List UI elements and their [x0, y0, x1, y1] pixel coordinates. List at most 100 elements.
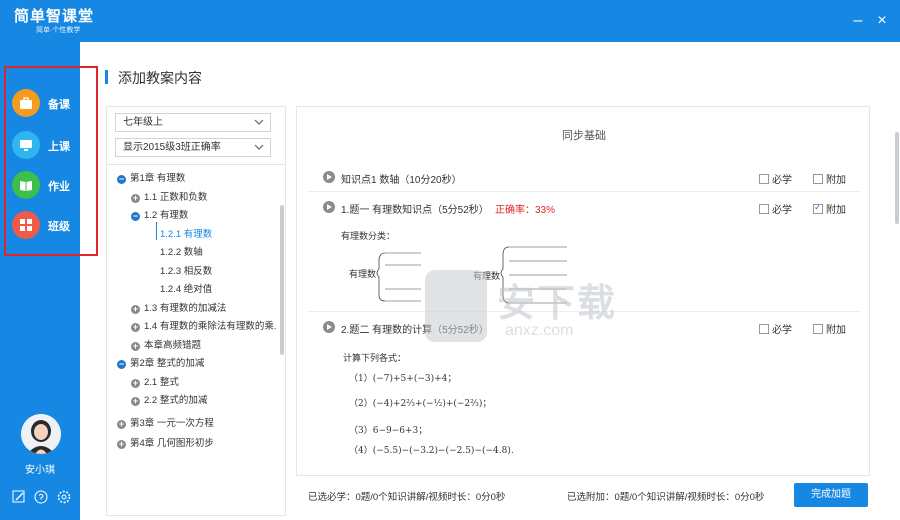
play-icon[interactable]	[323, 171, 335, 183]
q2-line: （3）6−9−6+3；	[349, 426, 428, 436]
expand-icon[interactable]: +	[131, 397, 140, 406]
book-icon	[12, 171, 40, 199]
q2-line: （2）(−4)+2⅔+(−½)+(−2⅔)；	[349, 399, 492, 409]
tree-node-chapter-1[interactable]: − 第1章 有理数	[117, 171, 185, 187]
edit-icon[interactable]	[12, 490, 26, 504]
tree-node-label: 第2章 整式的加减	[130, 358, 205, 369]
tree-node-2-1[interactable]: +2.1 整式	[131, 375, 179, 391]
checkbox-label: 必学	[772, 325, 792, 336]
close-button[interactable]: ×	[874, 13, 890, 30]
tree-node-label: 1.2.4 绝对值	[160, 284, 213, 295]
main-area: 添加教案内容 七年级上 显示2015级3班正确率 − 第1章 有理数 +1.1 正…	[80, 42, 900, 520]
tree-node-label: 2.2 整式的加减	[144, 395, 208, 406]
tree-node-1-2-3[interactable]: 1.2.3 相反数	[160, 264, 212, 280]
tree-node-label: 1.2.1 有理数	[160, 229, 213, 240]
expand-icon[interactable]: +	[117, 420, 126, 429]
tree-node-frequent-errors[interactable]: + 本章高频错题	[131, 338, 201, 354]
finish-button[interactable]: 完成加题	[794, 483, 868, 507]
row-title: 知识点1 数轴（10分20秒）	[341, 175, 462, 186]
nav-label-class: 上课	[48, 141, 70, 153]
tree-node-1-2-2[interactable]: 1.2.2 数轴	[160, 245, 203, 261]
expand-icon[interactable]: +	[131, 194, 140, 203]
app-logo: 简单智课堂 简单·个性教学	[14, 8, 94, 35]
chevron-down-icon	[254, 119, 264, 125]
tree-node-label: 本章高频错题	[144, 340, 202, 351]
minimize-button[interactable]: –	[850, 13, 866, 30]
play-icon[interactable]	[323, 321, 335, 333]
help-icon[interactable]	[34, 490, 48, 504]
sidebar: 备课 上课 作业 班级 安小琪	[0, 42, 98, 520]
logo-text: 简单智课堂	[14, 8, 95, 25]
checkbox-label: 附加	[826, 325, 846, 336]
tree-node-label: 第1章 有理数	[130, 173, 186, 184]
question-image: 有理数分类： 有理数 有理数	[341, 225, 571, 307]
tree-node-label: 1.1 正数和负数	[144, 192, 208, 203]
expand-icon[interactable]: +	[131, 305, 140, 314]
tree-node-1-1[interactable]: +1.1 正数和负数	[131, 190, 207, 206]
collapse-icon[interactable]: −	[117, 175, 126, 184]
nav-label-prepare: 备课	[48, 99, 70, 111]
checkbox-box	[759, 204, 769, 214]
tree-node-1-3[interactable]: +1.3 有理数的加减法	[131, 301, 226, 317]
tree-node-1-2-4[interactable]: 1.2.4 绝对值	[160, 282, 212, 298]
tree-node-label: 1.3 有理数的加减法	[144, 303, 227, 314]
tree-node-1-2-1[interactable]: 1.2.1 有理数	[160, 227, 212, 243]
q2-line: （4）(−5.5)−(−3.2)−(−2.5)−(−4.8).	[349, 446, 514, 456]
extra-checkbox[interactable]: 附加	[813, 201, 846, 216]
settings-icon[interactable]	[57, 490, 71, 504]
chevron-down-icon	[254, 144, 264, 150]
expand-icon[interactable]: +	[131, 342, 140, 351]
tree-node-label: 1.2 有理数	[144, 210, 189, 221]
section-title: 同步基础	[562, 130, 606, 142]
logo-subtitle: 简单·个性教学	[36, 27, 81, 34]
collapse-icon[interactable]: −	[131, 212, 140, 221]
tree-node-label: 1.4 有理数的乘除法有理数的乘...	[144, 321, 277, 332]
tree-node-1-4[interactable]: +1.4 有理数的乘除法有理数的乘...	[131, 319, 277, 335]
checkbox-box	[813, 174, 823, 184]
required-checkbox[interactable]: 必学	[759, 201, 792, 216]
title-bar: 简单智课堂 简单·个性教学 – ×	[0, 0, 900, 42]
play-icon[interactable]	[323, 201, 335, 213]
tree-node-chapter-2[interactable]: − 第2章 整式的加减	[117, 356, 204, 372]
extra-checkbox[interactable]: 附加	[813, 321, 846, 336]
chapter-panel: 七年级上 显示2015级3班正确率 − 第1章 有理数 +1.1 正数和负数 −1…	[106, 106, 286, 516]
tree-node-label: 2.1 整式	[144, 377, 179, 388]
checkbox-label: 附加	[826, 175, 846, 186]
row-title: 1.题一 有理数知识点（5分52秒）	[341, 205, 489, 216]
tree-node-2-2[interactable]: +2.2 整式的加减	[131, 393, 207, 409]
content-row: 知识点1 数轴（10分20秒） 必学 附加	[297, 167, 869, 189]
user-name: 安小琪	[25, 465, 55, 476]
tree-node-label: 1.2.2 数轴	[160, 247, 203, 258]
monitor-icon	[12, 131, 40, 159]
checkbox-label: 必学	[772, 205, 792, 216]
content-row: 1.题一 有理数知识点（5分52秒） 正确率：33% 必学 附加	[297, 197, 869, 219]
tree-node-chapter-4[interactable]: + 第4章 几何图形初步	[117, 436, 214, 452]
tree-node-1-2[interactable]: −1.2 有理数	[131, 208, 188, 224]
content-row: 2.题二 有理数的计算（5分52秒） 必学 附加	[297, 317, 869, 339]
classification-bracket	[376, 246, 567, 304]
collapse-icon[interactable]: −	[117, 360, 126, 369]
page-title: 添加教案内容	[118, 70, 202, 86]
briefcase-icon	[12, 89, 40, 117]
nav-label-classes: 班级	[48, 221, 70, 233]
extra-checkbox[interactable]: 附加	[813, 171, 846, 186]
question-image: 计算下列各式： （1）(−7)+5+(−3)+4； （2）(−4)+2⅔+(−½…	[343, 351, 543, 461]
checkbox-box	[759, 174, 769, 184]
selection-indicator	[156, 222, 157, 240]
expand-icon[interactable]: +	[117, 440, 126, 449]
tree-node-chapter-3[interactable]: + 第3章 一元一次方程	[117, 416, 214, 432]
checkbox-label: 附加	[826, 205, 846, 216]
expand-icon[interactable]: +	[131, 323, 140, 332]
display-select[interactable]: 显示2015级3班正确率	[115, 138, 271, 157]
required-checkbox[interactable]: 必学	[759, 171, 792, 186]
title-accent-bar	[105, 70, 108, 84]
chapter-tree: − 第1章 有理数 +1.1 正数和负数 −1.2 有理数 1.2.1 有理数 1…	[107, 164, 285, 516]
correct-rate: 正确率：33%	[495, 205, 556, 216]
tree-scrollbar[interactable]	[280, 205, 284, 355]
expand-icon[interactable]: +	[131, 379, 140, 388]
required-checkbox[interactable]: 必学	[759, 321, 792, 336]
grade-select[interactable]: 七年级上	[115, 113, 271, 132]
checkbox-box	[813, 202, 823, 214]
avatar[interactable]	[21, 414, 61, 454]
content-scrollbar[interactable]	[895, 132, 899, 224]
